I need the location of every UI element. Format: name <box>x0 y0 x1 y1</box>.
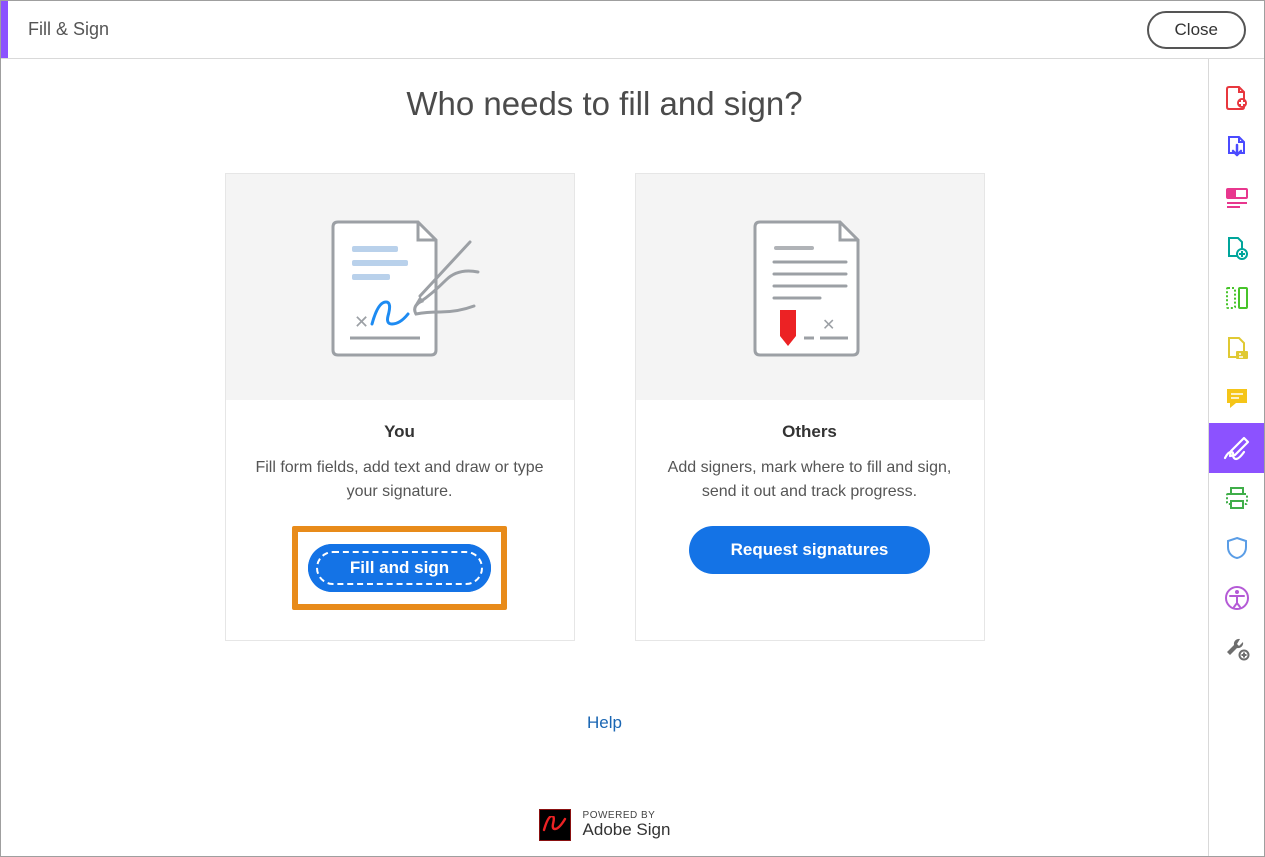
redact-icon <box>1224 335 1250 361</box>
print-tool[interactable] <box>1209 473 1265 523</box>
svg-text:✕: ✕ <box>354 312 369 332</box>
sign-yourself-icon: ✕ <box>310 212 490 362</box>
accessibility-tool[interactable] <box>1209 573 1265 623</box>
redact-tool[interactable] <box>1209 323 1265 373</box>
combine-files-tool[interactable] <box>1209 223 1265 273</box>
fill-and-sign-button[interactable]: Fill and sign <box>308 544 491 592</box>
request-signatures-button[interactable]: Request signatures <box>689 526 931 574</box>
more-tools-tool[interactable] <box>1209 623 1265 673</box>
organize-pages-tool[interactable] <box>1209 273 1265 323</box>
edit-pdf-icon <box>1224 185 1250 211</box>
organize-pages-icon <box>1224 285 1250 311</box>
header-accent-bar <box>1 1 8 58</box>
create-pdf-icon <box>1224 85 1250 111</box>
fill-sign-window: Fill & Sign Close Who needs to fill and … <box>0 0 1265 857</box>
card-others-title: Others <box>656 422 964 442</box>
cards-row: ✕ Yo <box>1 173 1208 641</box>
fill-sign-icon <box>1222 435 1252 461</box>
print-icon <box>1224 485 1250 511</box>
svg-text:✕: ✕ <box>822 317 835 334</box>
page-title: Fill & Sign <box>28 19 109 40</box>
scroll-area[interactable]: Who needs to fill and sign? <box>1 59 1208 856</box>
export-pdf-icon <box>1224 135 1250 161</box>
header: Fill & Sign Close <box>1 1 1264 59</box>
header-left: Fill & Sign <box>1 1 109 58</box>
comment-tool[interactable] <box>1209 373 1265 423</box>
card-others-body: Others Add signers, mark where to fill a… <box>636 400 984 604</box>
create-pdf-tool[interactable] <box>1209 73 1265 123</box>
card-others: ✕ Others Add signers, mark where to fill… <box>635 173 985 641</box>
fill-sign-tool[interactable] <box>1209 423 1265 473</box>
combine-files-icon <box>1224 235 1250 261</box>
powered-text: POWERED BY Adobe Sign <box>583 810 671 840</box>
help-link[interactable]: Help <box>587 713 622 733</box>
illustration-others: ✕ <box>636 174 984 400</box>
accessibility-icon <box>1224 585 1250 611</box>
comment-icon <box>1224 385 1250 411</box>
illustration-you: ✕ <box>226 174 574 400</box>
body: Who needs to fill and sign? <box>1 59 1264 856</box>
edit-pdf-tool[interactable] <box>1209 173 1265 223</box>
export-pdf-tool[interactable] <box>1209 123 1265 173</box>
powered-brand: Adobe Sign <box>583 821 671 840</box>
tutorial-highlight: Fill and sign <box>292 526 507 610</box>
card-you: ✕ Yo <box>225 173 575 641</box>
main-area: Who needs to fill and sign? <box>1 59 1208 856</box>
content: Who needs to fill and sign? <box>1 85 1208 856</box>
protect-icon <box>1224 535 1250 561</box>
request-signatures-icon: ✕ <box>730 212 890 362</box>
card-you-desc: Fill form fields, add text and draw or t… <box>246 456 554 504</box>
protect-tool[interactable] <box>1209 523 1265 573</box>
heading: Who needs to fill and sign? <box>1 85 1208 123</box>
adobe-sign-logo-icon <box>539 809 571 841</box>
powered-by: POWERED BY Adobe Sign <box>1 809 1208 841</box>
card-you-body: You Fill form fields, add text and draw … <box>226 400 574 640</box>
close-button[interactable]: Close <box>1147 11 1246 49</box>
more-tools-icon <box>1224 635 1250 661</box>
card-others-desc: Add signers, mark where to fill and sign… <box>656 456 964 504</box>
card-you-title: You <box>246 422 554 442</box>
tools-rail <box>1208 59 1264 856</box>
